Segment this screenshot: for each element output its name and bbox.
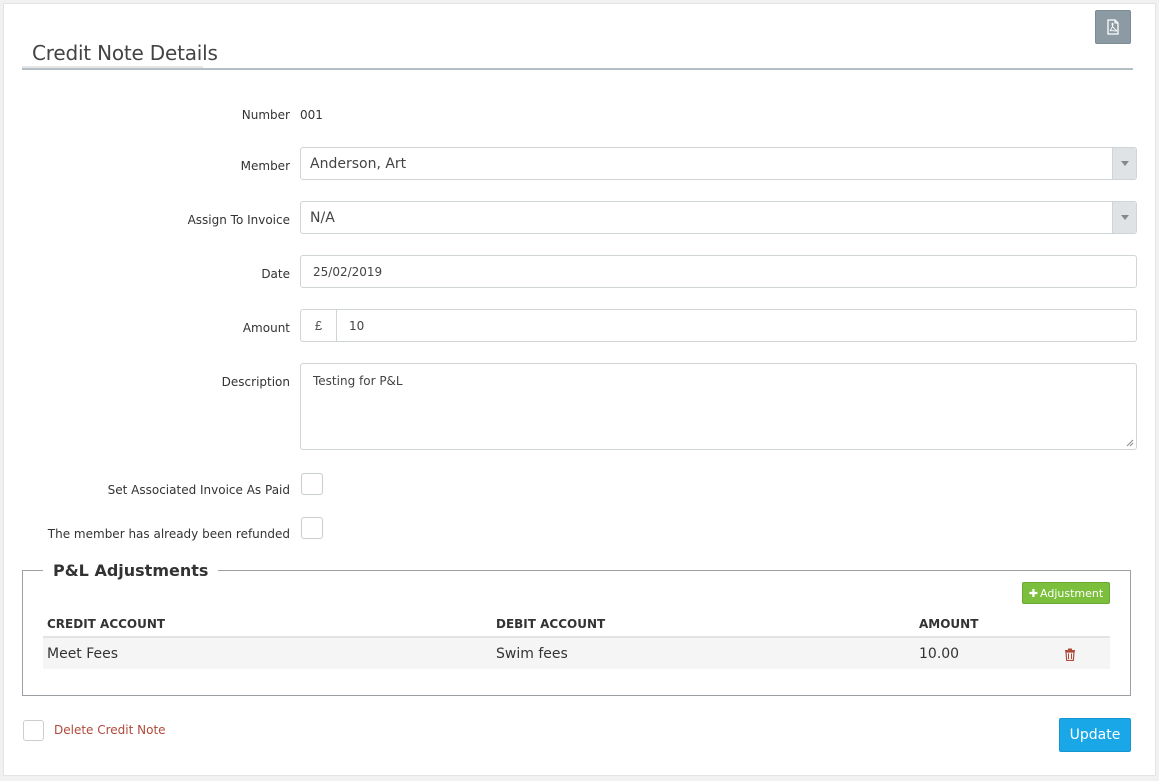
- plus-icon: ✚: [1028, 586, 1039, 600]
- date-field[interactable]: 25/02/2019: [300, 255, 1137, 288]
- refunded-label: The member has already been refunded: [47, 527, 290, 541]
- description-value: Testing for P&L: [313, 374, 403, 388]
- amount-label: Amount: [242, 321, 290, 335]
- delete-credit-note-checkbox[interactable]: [23, 720, 44, 741]
- set-paid-label: Set Associated Invoice As Paid: [107, 483, 290, 497]
- currency-addon: £: [301, 310, 337, 341]
- row-debit-account: Swim fees: [496, 646, 568, 662]
- refunded-checkbox[interactable]: [301, 517, 323, 539]
- date-field-value: 25/02/2019: [313, 265, 383, 279]
- number-label: Number: [241, 108, 290, 122]
- amount-field[interactable]: £ 10: [300, 309, 1137, 342]
- pdf-file-icon: [1107, 19, 1119, 35]
- pdf-export-button[interactable]: [1095, 10, 1131, 44]
- date-label: Date: [261, 267, 290, 281]
- description-label: Description: [221, 375, 290, 389]
- title-divider: [22, 68, 1133, 70]
- description-textarea[interactable]: Testing for P&L: [300, 363, 1137, 450]
- page-title: Credit Note Details: [32, 41, 218, 65]
- row-credit-account: Meet Fees: [47, 646, 119, 662]
- number-value: 001: [300, 108, 323, 122]
- add-adjustment-label: Adjustment: [1040, 586, 1104, 600]
- amount-field-value: 10: [349, 319, 365, 333]
- add-adjustment-button[interactable]: ✚ Adjustment: [1022, 582, 1110, 604]
- trash-icon[interactable]: [1064, 648, 1076, 661]
- column-header-debit-account: DEBIT ACCOUNT: [496, 617, 606, 631]
- assign-invoice-select-value: N/A: [310, 210, 335, 226]
- assign-invoice-select[interactable]: N/A: [300, 201, 1137, 234]
- pl-adjustments-legend: P&L Adjustments: [53, 561, 209, 580]
- delete-credit-note-label[interactable]: Delete Credit Note: [54, 723, 166, 737]
- set-paid-checkbox[interactable]: [301, 473, 323, 495]
- chevron-down-icon: [1112, 148, 1136, 179]
- assign-invoice-label: Assign To Invoice: [187, 213, 290, 227]
- column-header-credit-account: CREDIT ACCOUNT: [47, 617, 166, 631]
- update-button[interactable]: Update: [1059, 718, 1131, 752]
- resize-handle-icon[interactable]: [1126, 439, 1134, 447]
- column-header-amount: AMOUNT: [919, 617, 979, 631]
- member-label: Member: [240, 159, 290, 173]
- chevron-down-icon: [1112, 202, 1136, 233]
- row-amount: 10.00: [919, 646, 960, 662]
- member-select[interactable]: Anderson, Art: [300, 147, 1137, 180]
- member-select-value: Anderson, Art: [310, 156, 407, 172]
